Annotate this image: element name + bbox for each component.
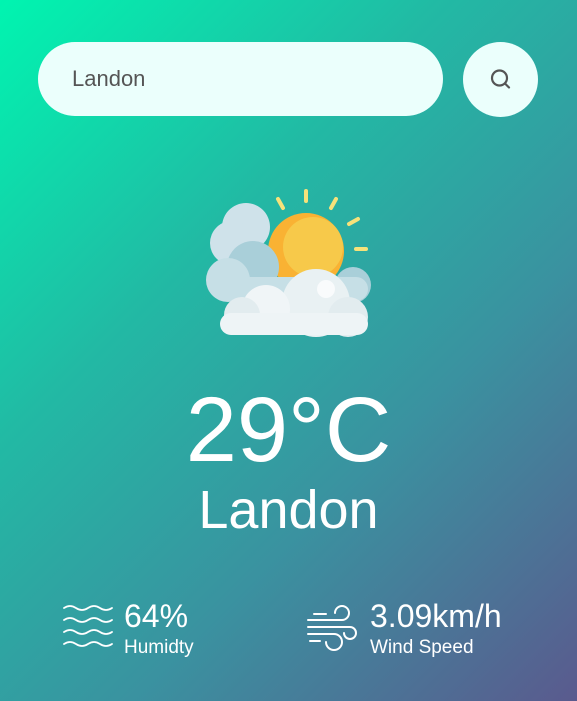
weather-card: 29°C Landon 64% Humidty 3 bbox=[0, 0, 577, 701]
search-button[interactable] bbox=[463, 42, 538, 117]
search-bar bbox=[38, 42, 443, 116]
humidity-label: Humidty bbox=[124, 637, 194, 658]
city-name: Landon bbox=[198, 480, 379, 540]
search-icon bbox=[490, 68, 510, 89]
wind-icon bbox=[307, 605, 357, 651]
wind-section: 3.09km/h Wind Speed bbox=[306, 600, 502, 660]
wind-text: 3.09km/h Wind Speed bbox=[370, 600, 502, 660]
humidity-value: 64% bbox=[124, 598, 189, 634]
wind-value: 3.09km/h bbox=[370, 598, 502, 634]
humidity-section: 64% Humidty bbox=[62, 600, 194, 660]
partly-cloudy-icon bbox=[206, 189, 371, 337]
temperature: 29°C bbox=[185, 379, 392, 481]
humidity-icon bbox=[63, 605, 113, 647]
search-input[interactable] bbox=[70, 65, 411, 93]
humidity-text: 64% Humidty bbox=[124, 600, 194, 660]
wind-label: Wind Speed bbox=[370, 637, 474, 658]
